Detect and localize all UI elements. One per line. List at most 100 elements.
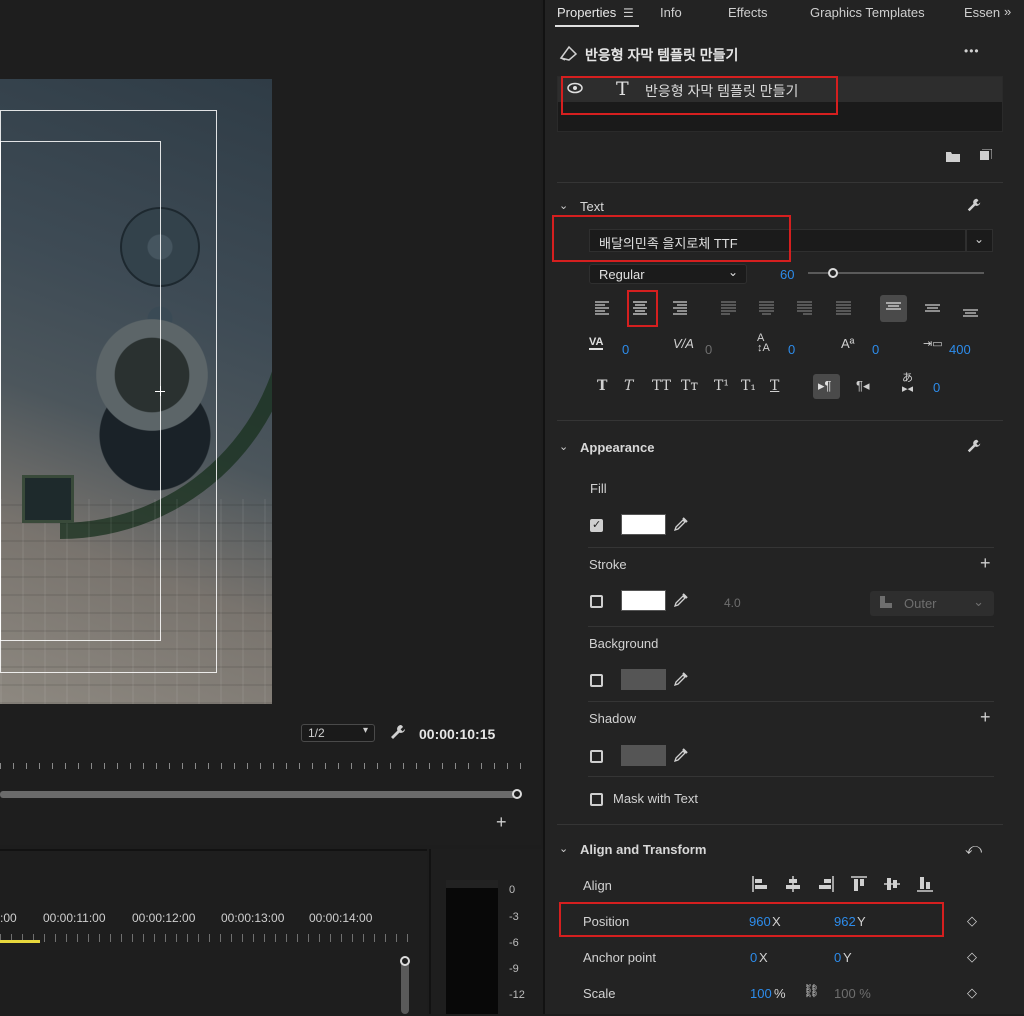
shadow-color-swatch[interactable] [621,745,666,766]
tab-essential[interactable]: Essent [964,5,1000,20]
eyedropper-icon[interactable] [673,516,689,535]
fill-checkbox[interactable]: ✓ [590,519,603,532]
background-color-swatch[interactable] [621,669,666,690]
align-bottom-edges-icon[interactable] [917,876,933,895]
wrench-icon[interactable] [966,438,982,457]
underline-button[interactable]: T [770,378,779,394]
more-tabs-icon[interactable]: » [1004,4,1011,19]
tab-width-value[interactable]: 400 [949,342,971,357]
tab-effects[interactable]: Effects [728,5,768,20]
monitor-scroll-handle[interactable] [512,789,522,799]
highlight-align-center [627,290,658,327]
timeline-timecode: :00 [0,911,17,925]
align-top-edges-icon[interactable] [851,876,867,895]
text-middle-icon[interactable] [925,302,940,317]
stroke-width-value[interactable]: 4.0 [724,596,741,610]
fill-color-swatch[interactable] [621,514,666,535]
align-top-button[interactable] [880,295,907,322]
chevron-down-icon: ⌄ [973,594,984,609]
monitor-zoom-scrollbar[interactable] [0,791,517,798]
anchor-x-value[interactable]: 0 [750,950,757,965]
small-caps-button[interactable]: Tт [681,378,698,394]
chevron-down-icon[interactable]: ⌄ [559,842,568,855]
tab-properties[interactable]: Properties [557,5,616,20]
tab-graphics-templates[interactable]: Graphics Templates [810,5,925,20]
superscript-button[interactable]: T¹ [714,378,729,394]
chevron-down-icon[interactable]: ⌄ [559,199,568,212]
add-button[interactable]: + [496,812,507,833]
font-dropdown-button[interactable]: ⌄ [966,229,993,252]
eyedropper-icon[interactable] [673,671,689,690]
align-left-icon[interactable] [595,301,611,318]
text-bottom-icon[interactable] [963,306,978,321]
tsume-value[interactable]: 0 [933,380,940,395]
link-icon[interactable]: ⛓ [803,983,820,999]
align-right-edges-icon[interactable] [818,876,834,895]
menu-icon[interactable]: ☰ [623,6,634,20]
tracking-value[interactable]: 0 [705,342,712,357]
mask-with-text-label[interactable]: Mask with Text [613,791,698,806]
faux-italic-button[interactable]: T [624,378,633,394]
anchor-y-value[interactable]: 0 [834,950,841,965]
zoom-select[interactable]: 1/2 ▾ [301,724,375,742]
add-shadow-button[interactable]: + [980,707,991,728]
align-right-icon[interactable] [671,301,687,318]
subscript-button[interactable]: T₁ [741,378,756,394]
timeline-vertical-scrollbar[interactable] [401,958,409,1014]
add-stroke-button[interactable]: + [980,553,991,574]
align-vertical-center-icon[interactable] [884,876,900,895]
work-area-bar[interactable] [0,940,40,943]
highlight-position [559,902,944,937]
appearance-section-header[interactable]: Appearance [580,440,654,455]
timeline-scroll-handle[interactable] [400,956,410,966]
kerning-value[interactable]: 0 [622,342,629,357]
monitor-time-ruler[interactable] [0,758,528,774]
justify-all-icon[interactable] [836,301,852,318]
stroke-type-select[interactable]: Outer ⌄ [870,591,994,616]
tab-width-icon: ⇥▭ [923,338,943,350]
rtl-icon[interactable]: ¶◂ [856,378,870,394]
background-label: Background [589,636,659,651]
text-section-header[interactable]: Text [580,199,604,214]
new-layer-icon[interactable] [979,148,993,164]
playhead-timecode[interactable]: 00:00:10:15 [419,726,495,742]
crosshair-v [160,386,161,396]
wrench-icon[interactable] [389,723,409,743]
background-checkbox[interactable] [590,674,603,687]
ltr-button[interactable]: ▸¶ [813,374,840,399]
more-options-icon[interactable]: ••• [964,44,980,58]
stroke-color-swatch[interactable] [621,590,666,611]
timeline-ruler[interactable] [0,934,410,942]
eyedropper-icon[interactable] [673,592,689,611]
align-transform-section-header[interactable]: Align and Transform [580,842,706,857]
eyedropper-icon[interactable] [673,747,689,766]
align-left-edges-icon[interactable] [752,876,768,895]
chevron-down-icon[interactable]: ⌄ [559,440,568,453]
db-label: -3 [509,911,519,923]
font-size-value[interactable]: 60 [780,267,794,282]
keyframe-icon[interactable]: ◇ [967,949,977,965]
leading-value[interactable]: 0 [788,342,795,357]
justify-center-icon[interactable] [759,301,775,318]
faux-bold-button[interactable]: T [597,378,607,394]
baseline-value[interactable]: 0 [872,342,879,357]
keyframe-icon[interactable]: ◇ [967,913,977,929]
scale-height-value[interactable]: 100 % [834,986,871,1001]
align-horizontal-center-icon[interactable] [785,876,801,895]
scale-value[interactable]: 100 [750,986,772,1001]
justify-left-icon[interactable] [721,301,737,318]
wrench-icon[interactable] [966,197,982,216]
stroke-checkbox[interactable] [590,595,603,608]
tab-info[interactable]: Info [660,5,682,20]
audio-meter-bar [446,880,498,1014]
mask-with-text-checkbox[interactable] [590,793,603,806]
reset-icon[interactable]: ⤺ [965,841,982,859]
font-size-slider-handle[interactable] [828,268,838,278]
keyframe-icon[interactable]: ◇ [967,985,977,1001]
folder-icon[interactable] [946,150,960,165]
font-style-select[interactable]: Regular ⌄ [589,264,747,284]
chevron-down-icon: ▾ [362,725,368,736]
all-caps-button[interactable]: TT [652,378,671,394]
shadow-checkbox[interactable] [590,750,603,763]
justify-right-icon[interactable] [797,301,813,318]
